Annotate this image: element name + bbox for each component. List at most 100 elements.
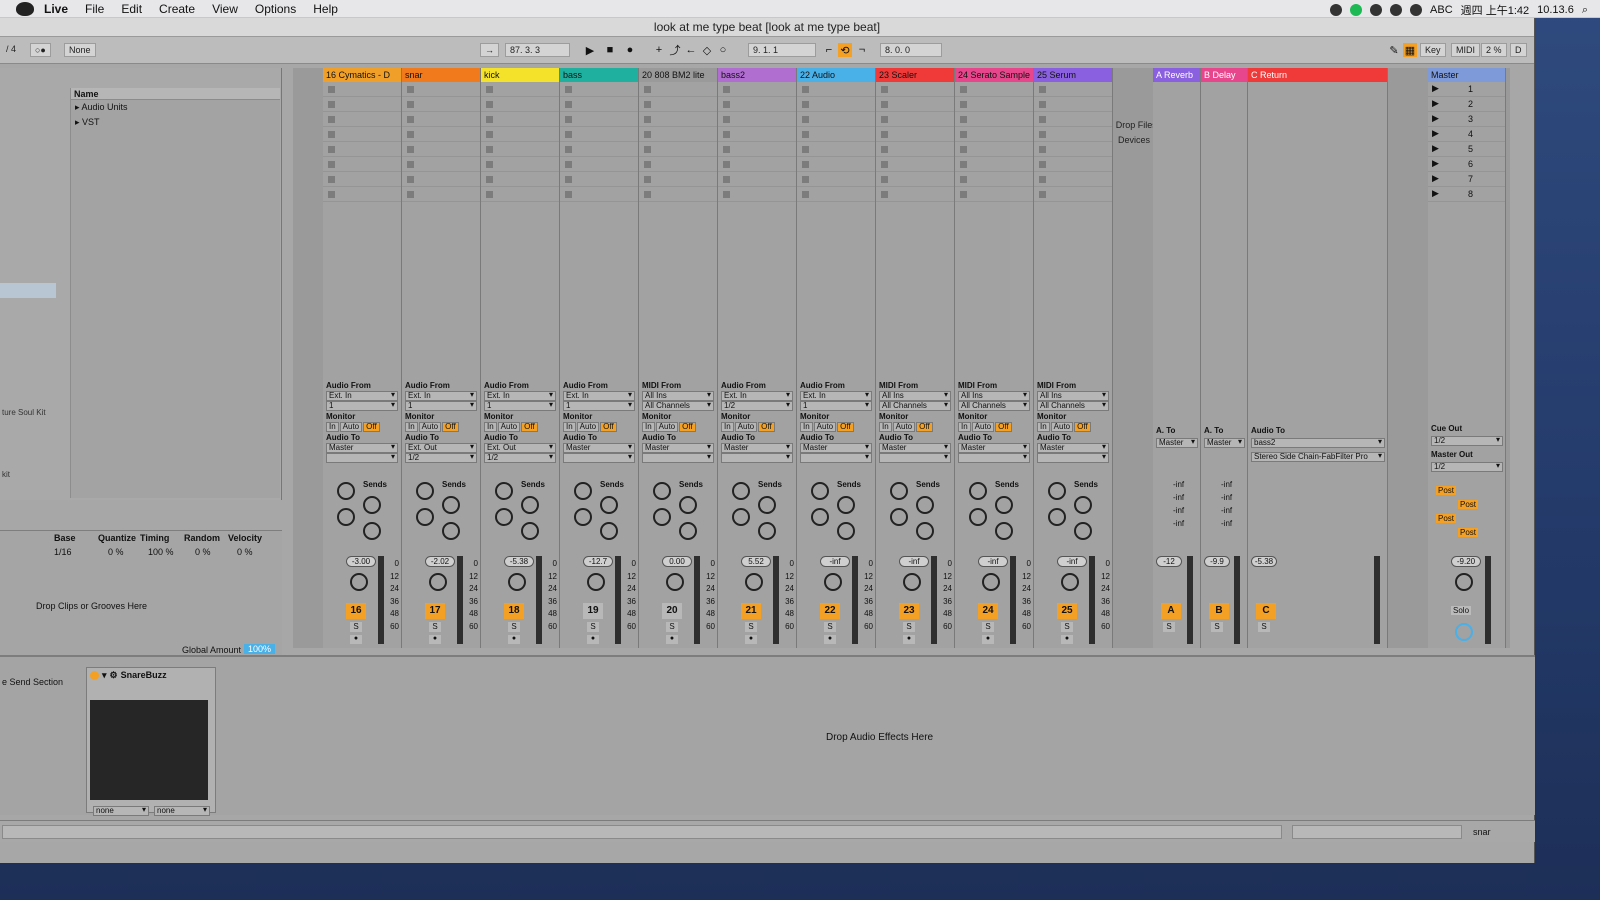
quantize-select[interactable]: None	[64, 43, 96, 57]
clip-slot[interactable]	[1034, 172, 1112, 187]
clip-stop-button[interactable]	[407, 191, 414, 198]
track-activator-button[interactable]: 19	[583, 603, 603, 619]
clip-slot[interactable]	[718, 187, 796, 202]
input-channel-select[interactable]: All Channels	[1037, 401, 1109, 411]
clip-slot[interactable]	[797, 127, 875, 142]
clip-stop-button[interactable]	[881, 146, 888, 153]
clip-slot[interactable]	[639, 97, 717, 112]
menu-create[interactable]: Create	[159, 2, 195, 16]
post-button[interactable]: Post	[1436, 514, 1457, 523]
monitor-in-button[interactable]: In	[484, 422, 497, 432]
send-c-knob[interactable]	[653, 508, 671, 526]
track-header[interactable]: 23 Scaler	[876, 68, 954, 82]
volume-display[interactable]: 0.00	[662, 556, 692, 567]
clip-slot[interactable]	[323, 142, 401, 157]
clip-slot[interactable]	[481, 97, 559, 112]
time-signature[interactable]: / 4	[2, 43, 20, 57]
clip-slot[interactable]	[402, 187, 480, 202]
clip-slot[interactable]	[402, 82, 480, 97]
input-source-select[interactable]: All Ins	[1037, 391, 1109, 401]
pan-knob[interactable]	[745, 573, 763, 591]
output-select[interactable]: Master	[1037, 443, 1109, 453]
solo-button[interactable]: S	[587, 622, 599, 632]
send-a-knob[interactable]	[337, 482, 355, 500]
clip-stop-button[interactable]	[328, 131, 335, 138]
arm-button[interactable]: ●	[824, 635, 836, 644]
arm-button[interactable]: ●	[1061, 635, 1073, 644]
track-activator-button[interactable]: 21	[741, 603, 761, 619]
send-c-knob[interactable]	[495, 508, 513, 526]
clip-stop-button[interactable]	[881, 86, 888, 93]
clip-stop-button[interactable]	[644, 146, 651, 153]
clip-slot[interactable]	[718, 112, 796, 127]
return-activator[interactable]: A	[1161, 603, 1181, 619]
send-d-knob[interactable]	[995, 522, 1013, 540]
input-channel-select[interactable]: 1	[484, 401, 556, 411]
clip-slot[interactable]	[955, 187, 1033, 202]
clip-stop-button[interactable]	[802, 191, 809, 198]
clip-slot[interactable]	[797, 142, 875, 157]
scene-launch-icon[interactable]: ▶	[1432, 98, 1439, 109]
scene-row[interactable]: ▶ 3	[1428, 112, 1505, 127]
collapse-icon[interactable]: ▾	[102, 670, 107, 681]
clip-slot[interactable]	[797, 97, 875, 112]
send-d-knob[interactable]	[1074, 522, 1092, 540]
monitor-in-button[interactable]: In	[958, 422, 971, 432]
monitor-auto-button[interactable]: Auto	[971, 422, 995, 432]
master-pan-knob[interactable]	[1455, 573, 1473, 591]
volume-display[interactable]: -12.7	[583, 556, 613, 567]
send-value[interactable]: -inf	[1221, 478, 1232, 491]
output-select[interactable]: Master	[958, 443, 1030, 453]
send-a-knob[interactable]	[1048, 482, 1066, 500]
clip-stop-button[interactable]	[1039, 101, 1046, 108]
clip-slot[interactable]	[323, 127, 401, 142]
output-channel-select[interactable]	[721, 453, 793, 463]
clip-slot[interactable]	[481, 82, 559, 97]
volume-display[interactable]: -3.00	[346, 556, 376, 567]
clip-stop-button[interactable]	[407, 86, 414, 93]
scene-launch-icon[interactable]: ▶	[1432, 113, 1439, 124]
clip-slot[interactable]	[797, 112, 875, 127]
send-c-knob[interactable]	[969, 508, 987, 526]
monitor-auto-button[interactable]: Auto	[734, 422, 758, 432]
clip-stop-button[interactable]	[486, 116, 493, 123]
clip-stop-button[interactable]	[802, 101, 809, 108]
pan-knob[interactable]	[666, 573, 684, 591]
clip-stop-button[interactable]	[328, 146, 335, 153]
clip-slot[interactable]	[323, 172, 401, 187]
clip-slot[interactable]	[797, 157, 875, 172]
output-channel-select[interactable]	[1037, 453, 1109, 463]
clip-slot[interactable]	[481, 142, 559, 157]
arm-button[interactable]: ●	[745, 635, 757, 644]
send-c-knob[interactable]	[337, 508, 355, 526]
scene-launch-icon[interactable]: ▶	[1432, 173, 1439, 184]
master-header[interactable]: Master	[1428, 68, 1505, 82]
scene-row[interactable]: ▶ 7	[1428, 172, 1505, 187]
punch-out-icon[interactable]: ¬	[855, 43, 869, 57]
output-channel-select[interactable]	[642, 453, 714, 463]
clip-stop-button[interactable]	[960, 116, 967, 123]
pan-knob[interactable]	[350, 573, 368, 591]
return-output-select[interactable]: Master	[1204, 438, 1245, 448]
clip-slot[interactable]	[639, 142, 717, 157]
send-d-knob[interactable]	[679, 522, 697, 540]
clip-stop-button[interactable]	[1039, 176, 1046, 183]
return-output-select[interactable]: bass2	[1251, 438, 1385, 448]
monitor-off-button[interactable]: Off	[679, 422, 696, 432]
clip-stop-button[interactable]	[881, 161, 888, 168]
output-select[interactable]: Master	[642, 443, 714, 453]
clip-slot[interactable]	[876, 112, 954, 127]
menu-help[interactable]: Help	[313, 2, 338, 16]
clip-stop-button[interactable]	[802, 161, 809, 168]
clip-slot[interactable]	[1034, 127, 1112, 142]
send-c-knob[interactable]	[890, 508, 908, 526]
metronome-icon[interactable]: ○●	[30, 43, 51, 57]
clip-slot[interactable]	[797, 82, 875, 97]
pan-knob[interactable]	[1061, 573, 1079, 591]
clip-stop-button[interactable]	[644, 131, 651, 138]
pan-knob[interactable]	[982, 573, 1000, 591]
monitor-off-button[interactable]: Off	[758, 422, 775, 432]
scene-row[interactable]: ▶ 2	[1428, 97, 1505, 112]
input-source-select[interactable]: Ext. In	[563, 391, 635, 401]
send-value[interactable]: -inf	[1173, 491, 1184, 504]
